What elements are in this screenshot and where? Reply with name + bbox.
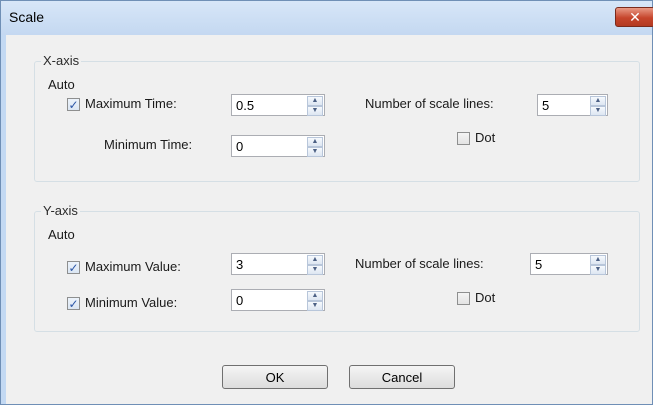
close-button[interactable]: ✕ xyxy=(615,7,653,27)
y-scale-lines-label: Number of scale lines: xyxy=(355,256,484,271)
x-max-time-value: 0.5 xyxy=(236,98,255,113)
spin-up-icon[interactable]: ▲ xyxy=(307,96,323,106)
x-min-time-label: Minimum Time: xyxy=(104,137,193,152)
y-min-value-checkbox[interactable]: ✓ xyxy=(67,297,80,310)
y-max-value-value: 3 xyxy=(236,257,244,272)
spin-up-icon[interactable]: ▲ xyxy=(590,255,606,265)
y-scale-lines-value: 5 xyxy=(535,257,543,272)
spin-up-icon[interactable]: ▲ xyxy=(307,137,323,147)
x-dot-label: Dot xyxy=(475,130,496,145)
window-title: Scale xyxy=(9,9,45,25)
y-max-value-spinner[interactable]: 3 ▲ ▼ xyxy=(231,253,325,275)
spin-down-icon[interactable]: ▼ xyxy=(590,265,606,275)
x-scale-lines-label: Number of scale lines: xyxy=(365,96,494,111)
spin-up-icon[interactable]: ▲ xyxy=(307,255,323,265)
x-max-time-checkbox[interactable]: ✓ xyxy=(67,98,80,111)
y-axis-auto-label: Auto xyxy=(48,227,75,242)
y-axis-group: Y-axis Auto ✓ Maximum Value: 3 ▲ ▼ ✓ Min… xyxy=(34,203,640,332)
y-min-value-label: Minimum Value: xyxy=(85,295,178,310)
check-icon: ✓ xyxy=(68,97,79,112)
check-icon: ✓ xyxy=(68,260,79,275)
spin-up-icon[interactable]: ▲ xyxy=(590,96,606,106)
x-axis-auto-label: Auto xyxy=(48,77,75,92)
title-bar: Scale ✕ xyxy=(1,1,653,35)
spin-down-icon[interactable]: ▼ xyxy=(307,147,323,157)
ok-button[interactable]: OK xyxy=(222,365,328,389)
y-min-value-value: 0 xyxy=(236,293,244,308)
x-max-time-spinner[interactable]: 0.5 ▲ ▼ xyxy=(231,94,325,116)
y-scale-lines-spinner[interactable]: 5 ▲ ▼ xyxy=(530,253,608,275)
check-icon: ✓ xyxy=(68,296,79,311)
dialog-client-area: X-axis Auto ✓ Maximum Time: 0.5 ▲ ▼ Mini… xyxy=(6,35,652,404)
x-min-time-value: 0 xyxy=(236,139,244,154)
x-axis-legend: X-axis xyxy=(41,53,82,68)
x-min-time-spinner[interactable]: 0 ▲ ▼ xyxy=(231,135,325,157)
spin-down-icon[interactable]: ▼ xyxy=(307,106,323,116)
scale-dialog: Scale ✕ X-axis Auto ✓ Maximum Time: 0.5 … xyxy=(0,0,653,405)
close-icon: ✕ xyxy=(629,8,641,25)
x-scale-lines-spinner[interactable]: 5 ▲ ▼ xyxy=(537,94,608,116)
spin-down-icon[interactable]: ▼ xyxy=(307,301,323,311)
spin-down-icon[interactable]: ▼ xyxy=(307,265,323,275)
x-max-time-label: Maximum Time: xyxy=(85,96,177,111)
spin-down-icon[interactable]: ▼ xyxy=(590,106,606,116)
x-axis-group: X-axis Auto ✓ Maximum Time: 0.5 ▲ ▼ Mini… xyxy=(34,53,640,182)
cancel-button[interactable]: Cancel xyxy=(349,365,455,389)
y-min-value-spinner[interactable]: 0 ▲ ▼ xyxy=(231,289,325,311)
spin-up-icon[interactable]: ▲ xyxy=(307,291,323,301)
y-axis-legend: Y-axis xyxy=(41,203,80,218)
y-max-value-label: Maximum Value: xyxy=(85,259,181,274)
y-dot-label: Dot xyxy=(475,290,496,305)
y-max-value-checkbox[interactable]: ✓ xyxy=(67,261,80,274)
x-scale-lines-value: 5 xyxy=(542,98,550,113)
y-dot-checkbox[interactable] xyxy=(457,292,470,305)
x-dot-checkbox[interactable] xyxy=(457,132,470,145)
